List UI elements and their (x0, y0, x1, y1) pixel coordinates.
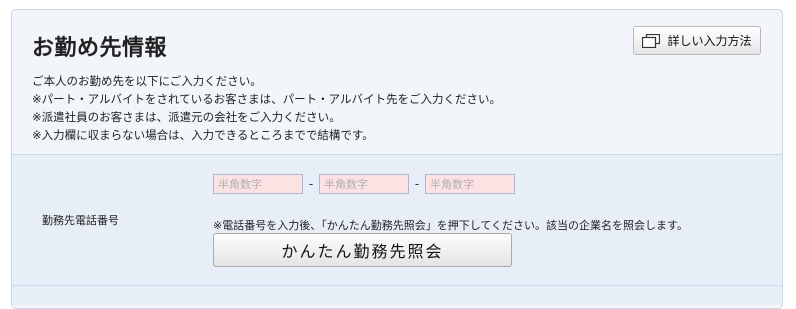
section-title: お勤め先情報 (32, 36, 168, 61)
intro-text: ご本人のお勤め先を以下にご入力ください。 ※パート・アルバイトをされているお客さ… (32, 72, 501, 144)
workplace-info-panel: お勤め先情報 詳しい入力方法 ご本人のお勤め先を以下にご入力ください。 ※パート… (11, 9, 783, 309)
copy-windows-icon (642, 33, 661, 48)
phone-separator: - (414, 177, 420, 191)
work-phone-part3-input[interactable] (425, 174, 515, 194)
easy-workplace-lookup-label: かんたん勤務先照会 (281, 242, 444, 261)
intro-line: ご本人のお勤め先を以下にご入力ください。 (32, 74, 262, 88)
intro-line: ※パート・アルバイトをされているお客さまは、パート・アルバイト先をご入力ください… (32, 92, 502, 106)
intro-line: ※派遣社員のお客さまは、派遣元の会社をご入力ください。 (32, 110, 341, 124)
easy-workplace-lookup-button[interactable]: かんたん勤務先照会 (213, 233, 512, 267)
work-phone-part1-input[interactable] (213, 174, 303, 194)
work-phone-note: ※電話番号を入力後、「かんたん勤務先照会」を押下してください。該当の企業名を照会… (213, 219, 688, 232)
work-phone-part2-input[interactable] (319, 174, 409, 194)
work-phone-form-row: 勤務先電話番号 - - ※電話番号を入力後、「かんたん勤務先照会」を押下してくだ… (12, 155, 782, 305)
intro-line: ※入力欄に収まらない場合は、入力できるところまでで結構です。 (32, 128, 374, 142)
phone-separator: - (308, 177, 314, 191)
detail-input-method-label: 詳しい入力方法 (667, 34, 752, 48)
work-phone-label: 勤務先電話番号 (42, 214, 119, 227)
panel-header: お勤め先情報 詳しい入力方法 ご本人のお勤め先を以下にご入力ください。 ※パート… (12, 10, 782, 155)
work-phone-inputs: - - (213, 174, 515, 194)
detail-input-method-button[interactable]: 詳しい入力方法 (633, 26, 761, 55)
row-divider (12, 285, 782, 286)
